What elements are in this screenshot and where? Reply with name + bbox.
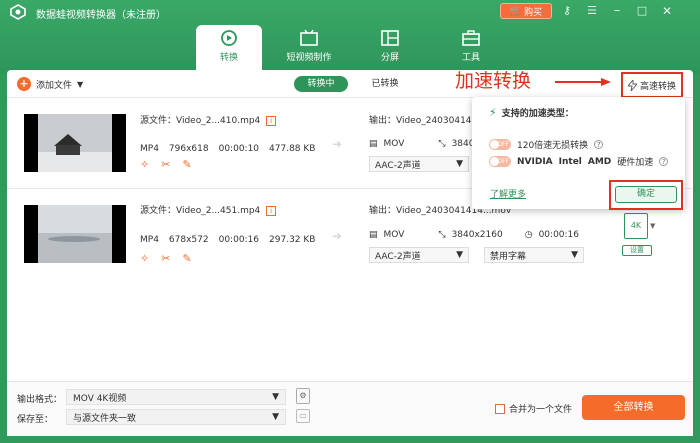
save-to-label: 保存至： — [17, 415, 54, 425]
popup-title: ⚡ 支持的加速类型： — [489, 106, 574, 119]
save-path-select[interactable]: 与源文件夹一致 ▼ — [66, 409, 286, 425]
help-icon[interactable]: ? — [594, 140, 604, 149]
output-file-name: 输出：Video_2403041414 — [369, 116, 483, 126]
maximize-icon[interactable]: □ — [635, 4, 649, 18]
app-logo-icon — [10, 4, 26, 20]
help-icon[interactable]: ? — [659, 157, 669, 166]
chevron-down-icon: ▼ — [571, 250, 578, 260]
film-icon: ▤ — [369, 139, 378, 149]
output-format-label: 输出格式： — [17, 395, 63, 405]
tab-convert[interactable]: 转换 — [196, 25, 262, 71]
source-file-name: 源文件：Video_2...410.mp4 i — [140, 113, 277, 126]
format-settings-icon[interactable]: ⚙ — [296, 388, 310, 404]
tab-label: 分屏 — [380, 53, 399, 63]
cut-icon[interactable]: ✂ — [161, 158, 170, 171]
tab-label: 短视频制作 — [286, 53, 332, 63]
film-icon: ▤ — [369, 230, 378, 240]
buy-label: 购买 — [524, 7, 543, 18]
tab-tools[interactable]: 工具 — [438, 25, 504, 69]
resize-icon: ⤡ — [438, 139, 446, 149]
video-thumbnail[interactable] — [24, 205, 126, 263]
annotation-arrow-icon — [555, 78, 611, 86]
add-file-label: 添加文件 — [36, 80, 73, 91]
clock-icon: ◷ — [524, 230, 533, 240]
toolbox-icon — [462, 30, 480, 46]
merge-option[interactable]: 合并为一个文件 — [495, 402, 572, 415]
lightning-icon — [627, 79, 637, 91]
chevron-down-icon: ▼ — [456, 159, 463, 169]
output-format-select[interactable]: MOV 4K视频 ▼ — [66, 389, 286, 405]
info-icon[interactable]: i — [266, 116, 277, 126]
annotation-text: 加速转换 — [455, 70, 532, 92]
video-make-icon — [300, 29, 318, 46]
thumbnail-image — [38, 205, 112, 263]
tab-label: 转换 — [219, 53, 238, 63]
source-file-name: 源文件：Video_2...451.mp4 i — [140, 203, 277, 216]
tab-label: 工具 — [461, 53, 480, 63]
arrow-right-icon: ➜ — [332, 229, 343, 243]
video-thumbnail[interactable] — [24, 114, 126, 172]
enhance-icon[interactable]: ✧ — [140, 252, 149, 265]
4k-format-icon[interactable]: 4K — [624, 213, 648, 239]
output-format: ▤ MOV ⤡ 3840x2160 ◷ 00:00:16 — [369, 230, 579, 240]
tab-short-video[interactable]: 短视频制作 — [276, 25, 342, 69]
chevron-down-icon: ▼ — [272, 392, 279, 402]
chevron-down-icon: ▼ — [456, 250, 463, 260]
info-icon[interactable]: i — [266, 206, 277, 216]
edit-icon[interactable]: ✎ — [182, 158, 191, 171]
confirm-button[interactable]: 确定 — [615, 186, 677, 203]
high-speed-label: 高速转换 — [639, 81, 676, 92]
menu-icon[interactable]: ☰ — [585, 4, 599, 18]
cart-icon: 🛒 — [509, 6, 522, 16]
resize-icon: ⤡ — [438, 230, 446, 240]
thumbnail-image — [38, 114, 112, 172]
tab-split-screen[interactable]: 分屏 — [357, 25, 423, 69]
close-icon[interactable]: ✕ — [660, 4, 674, 18]
minimize-icon[interactable]: – — [610, 4, 624, 18]
window-title: 数据蛙视频转换器（未注册） — [36, 10, 166, 21]
subtitle-select[interactable]: 禁用字幕 ▼ — [484, 247, 584, 263]
merge-checkbox[interactable] — [495, 403, 505, 414]
toggle-hardware[interactable]: OFF — [489, 156, 511, 167]
toggle-lossless[interactable]: OFF — [489, 139, 511, 150]
tab-converting[interactable]: 转换中 — [294, 76, 348, 92]
source-meta: MP4 796x618 00:00:10 477.88 KB — [140, 144, 316, 154]
high-speed-convert-button[interactable]: 高速转换 — [621, 72, 683, 98]
tab-converted[interactable]: 已转换 — [365, 76, 405, 92]
convert-icon — [221, 30, 237, 46]
audio-select[interactable]: AAC-2声道 ▼ — [369, 247, 469, 263]
option-hardware: OFF NVIDIA Intel AMD 硬件加速 ? — [489, 155, 669, 168]
enhance-icon[interactable]: ✧ — [140, 158, 149, 171]
convert-all-button[interactable]: 全部转换 — [582, 395, 685, 420]
key-icon[interactable]: ⚷ — [560, 4, 574, 18]
chevron-down-icon[interactable]: ▼ — [77, 80, 83, 89]
source-meta: MP4 678x572 00:00:16 297.32 KB — [140, 235, 316, 245]
add-file-button[interactable]: + 添加文件 ▼ — [17, 77, 83, 91]
folder-icon[interactable]: ▭ — [296, 409, 310, 423]
buy-button[interactable]: 🛒 购买 — [500, 3, 552, 19]
chevron-down-icon[interactable]: ▼ — [650, 222, 655, 230]
split-screen-icon — [381, 30, 399, 46]
learn-more-link[interactable]: 了解更多 — [490, 187, 526, 200]
audio-select[interactable]: AAC-2声道 ▼ — [369, 156, 469, 172]
chevron-down-icon: ▼ — [272, 412, 279, 422]
settings-button[interactable]: 设置 — [622, 245, 652, 256]
plus-icon: + — [17, 77, 31, 91]
lightning-icon: ⚡ — [489, 106, 497, 119]
output-format: ▤ MOV ⤡ 3840 — [369, 139, 475, 149]
cut-icon[interactable]: ✂ — [161, 252, 170, 265]
option-lossless: OFF 120倍速无损转换 ? — [489, 138, 604, 151]
edit-icon[interactable]: ✎ — [182, 252, 191, 265]
arrow-right-icon: ➜ — [332, 137, 343, 151]
